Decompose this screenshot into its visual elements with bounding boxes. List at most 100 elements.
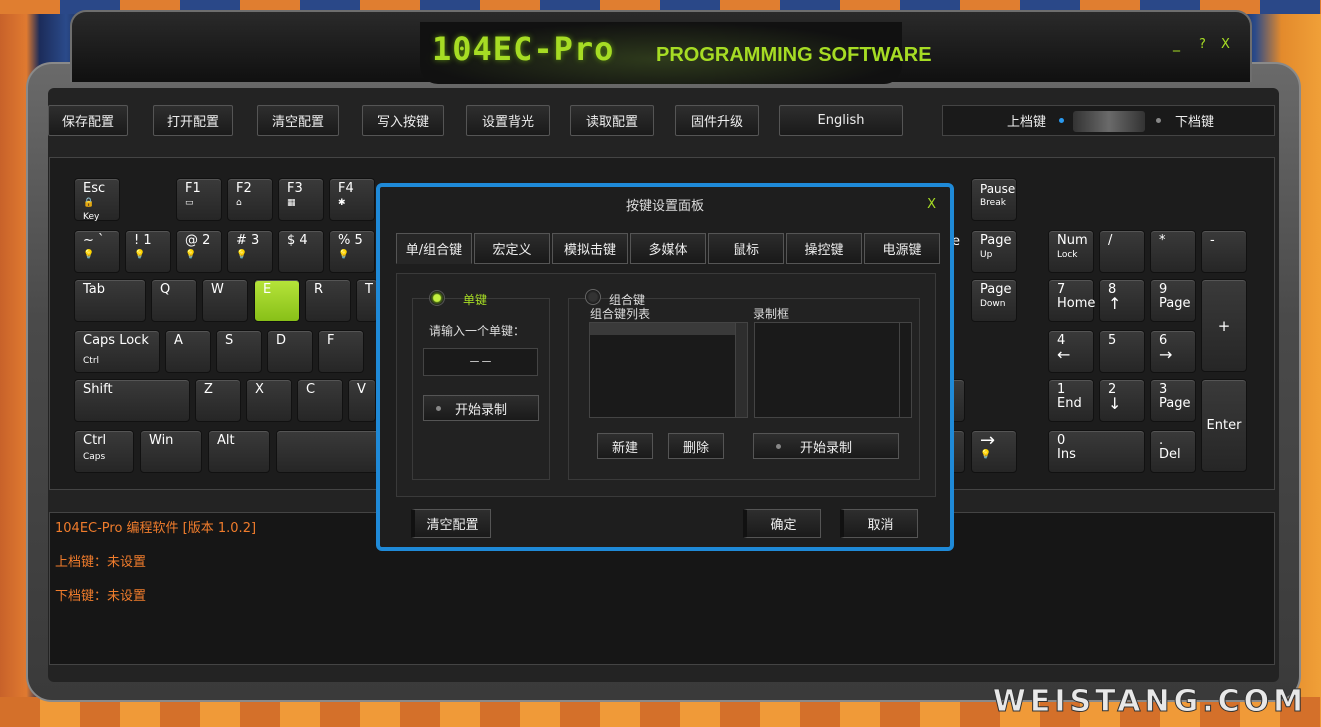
key-num-3[interactable]: 3 Page: [1150, 379, 1196, 422]
cancel-button[interactable]: 取消: [840, 509, 918, 538]
key-num-star[interactable]: *: [1150, 230, 1196, 273]
key-n3-label: 3: [1159, 382, 1168, 397]
tab-multimedia[interactable]: 多媒体: [630, 233, 706, 264]
key-num-0[interactable]: 0 Ins: [1048, 430, 1145, 473]
key-f2[interactable]: F2 ⌂: [227, 178, 273, 221]
key-num-dot[interactable]: . Del: [1150, 430, 1196, 473]
dialog-clear-config-button[interactable]: 清空配置: [411, 509, 491, 538]
key-shift[interactable]: Shift: [74, 379, 190, 422]
key-q[interactable]: Q: [151, 279, 197, 322]
single-key-label: 单键: [463, 293, 488, 307]
tab-simulate-keystroke[interactable]: 模拟击键: [552, 233, 628, 264]
key-pgup-sub: Up: [980, 250, 993, 260]
read-config-button[interactable]: 读取配置: [570, 105, 654, 136]
key-1[interactable]: ! 1 💡: [125, 230, 171, 273]
tab-control-keys[interactable]: 操控键: [786, 233, 862, 264]
key-s[interactable]: S: [216, 330, 262, 373]
key-f1[interactable]: F1 ▭: [176, 178, 222, 221]
key-space[interactable]: [276, 430, 380, 473]
combo-list-scrollbar[interactable]: [735, 323, 747, 417]
key-num-lock[interactable]: Num Lock: [1048, 230, 1094, 273]
single-key-radio[interactable]: [429, 290, 445, 306]
key-right-arrow[interactable]: → 💡: [971, 430, 1017, 473]
key-num-6[interactable]: 6 →: [1150, 330, 1196, 373]
single-key-input[interactable]: －－: [423, 348, 538, 376]
close-button[interactable]: X: [1221, 37, 1230, 52]
key-v[interactable]: V: [348, 379, 376, 422]
key-num-2[interactable]: 2 ↓: [1099, 379, 1145, 422]
bulb-icon: 💡: [134, 250, 146, 260]
key-n0-label: 0: [1057, 433, 1066, 448]
key-5[interactable]: % 5 💡: [329, 230, 375, 273]
key-win[interactable]: Win: [140, 430, 202, 473]
upper-layer-label[interactable]: 上档键: [1007, 111, 1046, 130]
english-button[interactable]: English: [779, 105, 903, 136]
bulb-icon: 💡: [236, 250, 248, 260]
lower-layer-label[interactable]: 下档键: [1175, 111, 1214, 130]
key-page-down[interactable]: Page Down: [971, 279, 1017, 322]
key-num-9[interactable]: 9 Page: [1150, 279, 1196, 322]
open-config-button[interactable]: 打开配置: [153, 105, 233, 136]
layer-toggle[interactable]: [1073, 111, 1145, 132]
key-num-8[interactable]: 8 ↑: [1099, 279, 1145, 322]
key-r[interactable]: R: [305, 279, 351, 322]
key-num-1[interactable]: 1 End: [1048, 379, 1094, 422]
key-e[interactable]: E: [254, 279, 300, 322]
combo-key-radio[interactable]: [585, 289, 601, 305]
key-tab[interactable]: Tab: [74, 279, 146, 322]
tab-macro[interactable]: 宏定义: [474, 233, 550, 264]
firmware-upgrade-button[interactable]: 固件升级: [675, 105, 759, 136]
key-2[interactable]: @ 2 💡: [176, 230, 222, 273]
clear-config-button[interactable]: 清空配置: [257, 105, 339, 136]
key-esc[interactable]: Esc 🔒 Key: [74, 178, 120, 222]
tab-single-combo[interactable]: 单/组合键: [396, 233, 472, 264]
tab-mouse[interactable]: 鼠标: [708, 233, 784, 264]
key-num-plus[interactable]: +: [1201, 279, 1247, 372]
write-keys-button[interactable]: 写入按键: [362, 105, 444, 136]
key-alt[interactable]: Alt: [208, 430, 270, 473]
key-numlock-label: Num: [1057, 233, 1088, 248]
key-3[interactable]: # 3 💡: [227, 230, 273, 273]
key-num-enter[interactable]: Enter: [1201, 379, 1247, 472]
key-f3[interactable]: F3 ▦: [278, 178, 324, 221]
key-4[interactable]: $ 4: [278, 230, 324, 273]
delete-combo-button[interactable]: 删除: [668, 433, 724, 459]
save-config-button[interactable]: 保存配置: [48, 105, 128, 136]
key-pause[interactable]: Pause Break: [971, 178, 1017, 221]
key-num-slash[interactable]: /: [1099, 230, 1145, 273]
record-box-scrollbar[interactable]: [899, 323, 911, 417]
key-pgdn-sub: Down: [980, 299, 1006, 309]
key-x[interactable]: X: [246, 379, 292, 422]
dialog-close-button[interactable]: X: [927, 197, 936, 212]
key-plus-label: +: [1217, 316, 1231, 335]
ok-button[interactable]: 确定: [743, 509, 821, 538]
key-c[interactable]: C: [297, 379, 343, 422]
set-backlight-button[interactable]: 设置背光: [466, 105, 550, 136]
key-a[interactable]: A: [165, 330, 211, 373]
key-f[interactable]: F: [318, 330, 364, 373]
single-record-button[interactable]: 开始录制: [423, 395, 539, 421]
combo-list[interactable]: [589, 322, 748, 418]
combo-record-button[interactable]: 开始录制: [753, 433, 899, 459]
record-dot-icon: [436, 406, 441, 411]
key-ctrl[interactable]: Ctrl Caps: [74, 430, 134, 473]
record-box[interactable]: [754, 322, 912, 418]
help-button[interactable]: ?: [1199, 37, 1206, 52]
key-num-4[interactable]: 4 ←: [1048, 330, 1094, 373]
key-num-7[interactable]: 7 Home: [1048, 279, 1095, 322]
key-page-up[interactable]: Page Up: [971, 230, 1017, 273]
new-combo-button[interactable]: 新建: [597, 433, 653, 459]
single-key-prompt: 请输入一个单键：: [429, 324, 526, 338]
minimize-button[interactable]: _: [1173, 36, 1180, 52]
key-num-minus[interactable]: -: [1201, 230, 1247, 273]
key-f4[interactable]: F4 ✱: [329, 178, 375, 221]
key-w[interactable]: W: [202, 279, 248, 322]
list-item[interactable]: [590, 323, 735, 335]
key-caps-lock[interactable]: Caps Lock Ctrl: [74, 330, 160, 373]
key-tilde[interactable]: ~ ` 💡: [74, 230, 120, 273]
key-d[interactable]: D: [267, 330, 313, 373]
key-num-5[interactable]: 5: [1099, 330, 1145, 373]
tab-power-keys[interactable]: 电源键: [864, 233, 940, 264]
key-t[interactable]: T: [356, 279, 378, 322]
key-z[interactable]: Z: [195, 379, 241, 422]
